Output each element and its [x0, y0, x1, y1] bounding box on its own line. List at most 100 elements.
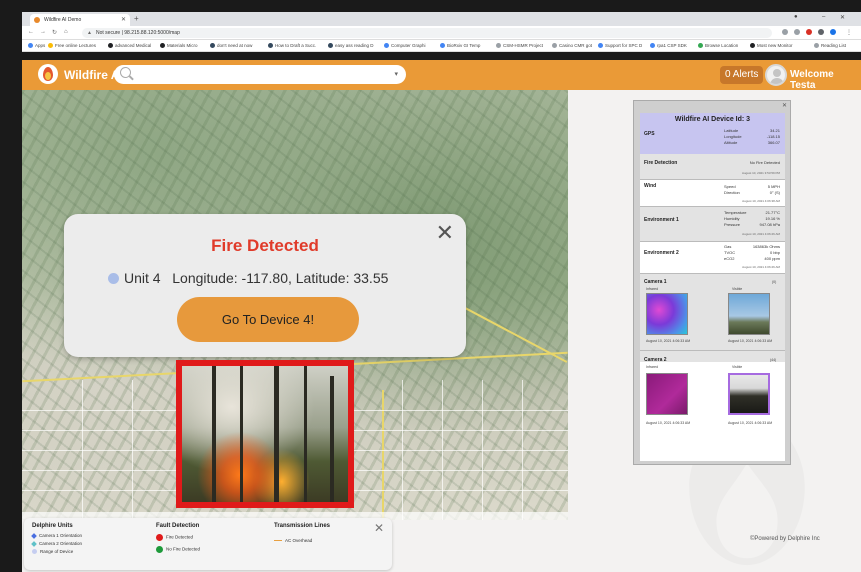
- legend-item: AC Overhead: [274, 538, 312, 543]
- legend-close-icon[interactable]: ✕: [374, 521, 384, 535]
- search-input[interactable]: ▾: [114, 65, 406, 84]
- extension-icon[interactable]: [818, 29, 824, 35]
- camera-timestamp: August 10, 2021 4:06:33 AM: [728, 339, 773, 343]
- legend-item: Fire Detected: [156, 534, 193, 541]
- fire-detection-time: August 10, 2021 3:53:59 PM: [741, 171, 780, 175]
- gps-key: Altitude: [724, 140, 738, 145]
- camera2-visible-image[interactable]: [728, 373, 770, 415]
- device-title: Wildfire AI Device Id: 3: [674, 116, 751, 123]
- bookmark-item[interactable]: don't need at now: [210, 43, 252, 49]
- env2-time: August 10, 2021 4:06:26 AM: [742, 265, 780, 269]
- bookmark-item[interactable]: easy ass reading D: [328, 43, 374, 49]
- visible-label: Visible: [732, 287, 743, 291]
- bookmark-item[interactable]: CSM-HSMR Project: [496, 43, 543, 49]
- env2-key: TVOC: [724, 250, 736, 255]
- panel-close-icon[interactable]: ✕: [782, 102, 787, 109]
- camera2-infrared-image[interactable]: [646, 373, 688, 415]
- ac-overhead-line-icon: [274, 540, 282, 542]
- env1-key: Temperature: [724, 210, 747, 215]
- url-text: Not secure | 98.215.88.120:5000/map: [96, 30, 180, 36]
- env1-key: Pressure: [724, 222, 741, 227]
- legend-item: Camera 2 Orientation: [31, 540, 82, 547]
- env1-value: 947.08 hPa: [759, 222, 780, 227]
- unit-marker-icon: [108, 273, 119, 284]
- camera-timestamp: August 10, 2021 4:06:33 AM: [646, 421, 691, 425]
- env2-value: 0 bbp: [769, 250, 780, 255]
- forward-icon[interactable]: →: [40, 29, 46, 35]
- environment1-label: Environment 1: [644, 217, 679, 223]
- camera1-visible-image[interactable]: [728, 293, 770, 335]
- bookmark-item[interactable]: Support for SPC D: [598, 43, 642, 49]
- user-avatar[interactable]: [765, 64, 787, 86]
- unit-label: Unit 4: [124, 270, 161, 286]
- legend-item: No Fire Detected: [156, 546, 200, 553]
- extension-icon[interactable]: [794, 29, 800, 35]
- coordinates-text: Longitude: -117.80, Latitude: 33.55: [172, 270, 389, 286]
- gps-value: 34.21: [769, 128, 780, 133]
- bookmark-item[interactable]: How to Draft a Succ.: [268, 43, 316, 49]
- section-divider: [640, 241, 785, 242]
- camera1-angle: (0): [772, 280, 777, 284]
- env2-key: Gas: [724, 244, 732, 249]
- dropdown-caret-icon[interactable]: ▾: [394, 70, 398, 78]
- env2-value: 400 ppm: [764, 256, 780, 261]
- alerts-button[interactable]: 0 Alerts: [720, 66, 764, 84]
- bookmark-item[interactable]: Apps: [28, 43, 45, 49]
- bookmark-item[interactable]: Free online Lectures: [48, 43, 96, 49]
- wildfire-logo-icon[interactable]: [38, 64, 58, 84]
- bookmark-item[interactable]: rpa1 CSP SDK: [650, 43, 687, 49]
- bookmark-item[interactable]: Most new Monitor: [750, 43, 793, 49]
- map-street: [132, 380, 133, 520]
- env1-time: August 10, 2021 4:06:26 AM: [742, 232, 780, 236]
- device-info-card: Wildfire AI Device Id: 3 GPS Latitude 34…: [640, 113, 785, 461]
- env2-key: eCO2: [724, 256, 735, 261]
- visible-label: Visible: [732, 365, 743, 369]
- browser-tab-bar: Wildfire AI Demo ✕ + ● – ✕: [22, 12, 861, 26]
- fire-detection-section: [640, 154, 785, 179]
- reload-icon[interactable]: ↻: [52, 29, 57, 36]
- infrared-label: Infrared: [646, 365, 659, 369]
- device-info-panel: ✕ Wildfire AI Device Id: 3 GPS Latitude …: [633, 100, 791, 465]
- profile-dot-icon[interactable]: ●: [794, 14, 798, 20]
- infrared-label: Infrared: [646, 287, 659, 291]
- tab-close-icon[interactable]: ✕: [121, 16, 126, 23]
- wind-time: August 10, 2021 4:06:38 AM: [742, 199, 780, 203]
- bookmark-item[interactable]: Casino CMR got: [552, 43, 592, 49]
- map-street: [82, 380, 83, 520]
- extension-icon[interactable]: [806, 29, 812, 35]
- url-field[interactable]: ▲ Not secure | 98.215.88.120:5000/map: [82, 28, 772, 38]
- wind-key: Direction: [724, 190, 740, 195]
- camera2-orientation-icon: [31, 540, 37, 547]
- new-tab-icon[interactable]: +: [134, 14, 139, 23]
- camera1-infrared-image[interactable]: [646, 293, 688, 335]
- bookmark-item[interactable]: advanced Medical: [108, 43, 151, 49]
- tab-favicon-icon: [34, 17, 40, 23]
- env1-key: Humidity: [724, 216, 740, 221]
- env1-value: 21.77°C: [765, 210, 781, 215]
- menu-kebab-icon[interactable]: ⋮: [846, 29, 852, 36]
- map-street: [482, 380, 483, 520]
- bookmark-item[interactable]: Browse Location: [698, 43, 738, 49]
- camera2-angle: (44): [770, 358, 777, 362]
- browser-tab[interactable]: Wildfire AI Demo ✕: [30, 14, 130, 26]
- back-icon[interactable]: ←: [28, 29, 34, 35]
- close-window-icon[interactable]: ✕: [840, 14, 845, 21]
- go-to-device-button[interactable]: Go To Device 4!: [177, 297, 359, 342]
- gps-key: Longitude: [724, 134, 742, 139]
- bookmark-item[interactable]: BioRxiv GI Temp: [440, 43, 480, 49]
- bookmark-item[interactable]: Computer Graphi: [384, 43, 426, 49]
- home-icon[interactable]: ⌂: [64, 29, 68, 35]
- bookmark-item[interactable]: Materials Micro: [160, 43, 198, 49]
- bookmark-item[interactable]: Reading List: [814, 43, 846, 49]
- gps-label: GPS: [644, 131, 655, 137]
- bookmarks-bar: Apps Free online Lectures advanced Medic…: [22, 40, 861, 52]
- profile-avatar-icon[interactable]: [830, 29, 836, 35]
- gps-key: Latitude: [724, 128, 739, 133]
- fire-camera-image[interactable]: [176, 360, 354, 508]
- minimize-icon[interactable]: –: [822, 14, 825, 20]
- gps-value: 366.07: [767, 140, 780, 145]
- main-content: ✕ Fire Detected Unit 4 Longitude: -117.8…: [22, 90, 861, 572]
- extension-icon[interactable]: [782, 29, 788, 35]
- range-of-device-icon: [32, 549, 37, 555]
- legend-transmission-title: Transmission Lines: [274, 523, 331, 529]
